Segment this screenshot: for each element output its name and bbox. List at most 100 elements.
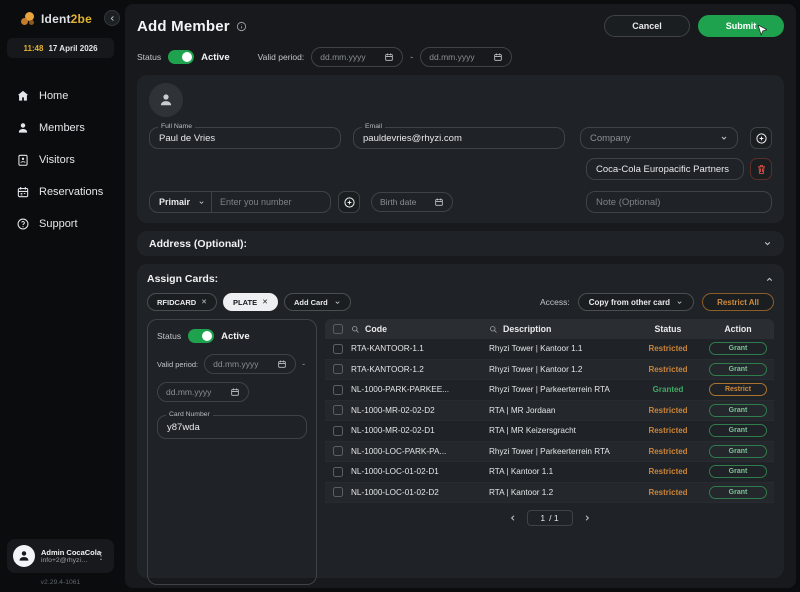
visitors-icon [16, 153, 30, 167]
row-status: Restricted [648, 488, 687, 497]
email-input[interactable] [363, 133, 555, 144]
row-checkbox[interactable] [333, 405, 343, 415]
calendar-icon [434, 197, 444, 207]
row-status: Restricted [648, 344, 687, 353]
address-section-header[interactable]: Address (Optional): [137, 231, 784, 256]
email-field[interactable]: Email [353, 127, 565, 149]
search-icon[interactable] [489, 325, 498, 334]
chevron-up-icon[interactable] [765, 275, 774, 284]
table-row: NL-1000-LOC-PARK-PA... Rhyzi Tower | Par… [325, 442, 774, 463]
table-row: RTA-KANTOOR-1.1 Rhyzi Tower | Kantoor 1.… [325, 339, 774, 360]
sidebar: Ident2be 11:48 17 April 2026 Home Member… [0, 0, 121, 592]
card-number-field[interactable]: Card Number [157, 415, 307, 439]
status-value: Active [201, 52, 230, 63]
column-header-code[interactable]: Code [365, 324, 387, 334]
card-valid-to-input[interactable]: dd.mm.yyyy [157, 382, 249, 402]
calendar-icon [277, 359, 287, 369]
sidebar-item-label: Support [39, 218, 78, 230]
add-company-button[interactable] [750, 127, 772, 149]
member-status-bar: Status Active Valid period: dd.mm.yyyy -… [137, 47, 784, 67]
row-action-button[interactable]: Grant [709, 445, 767, 458]
row-checkbox[interactable] [333, 467, 343, 477]
remove-company-button[interactable] [750, 158, 772, 180]
close-icon[interactable]: ✕ [201, 298, 207, 306]
restrict-all-button[interactable]: Restrict All [702, 293, 774, 311]
chevron-down-icon[interactable] [763, 239, 772, 248]
row-action-button[interactable]: Grant [709, 486, 767, 499]
card-chips-row: RFIDCARD ✕ PLATE ✕ Add Card Access: [147, 292, 774, 312]
select-all-checkbox[interactable] [333, 324, 343, 334]
pagination-prev-button[interactable] [507, 512, 519, 524]
full-name-field[interactable]: Full Name [149, 127, 341, 149]
assign-cards-header[interactable]: Assign Cards: [147, 271, 774, 287]
chip-rfidcard[interactable]: RFIDCARD ✕ [147, 293, 217, 311]
card-number-label: Card Number [166, 411, 213, 418]
status-toggle[interactable] [168, 50, 194, 64]
sidebar-item-members[interactable]: Members [7, 112, 114, 144]
add-card-button[interactable]: Add Card [284, 293, 351, 311]
add-phone-button[interactable] [338, 191, 360, 213]
card-status-toggle[interactable] [188, 329, 214, 343]
member-info-card: Full Name Email Company [137, 75, 784, 223]
app-version: v2.29.4-1061 [7, 579, 114, 586]
row-code: RTA-KANTOOR-1.1 [351, 344, 489, 353]
row-checkbox[interactable] [333, 487, 343, 497]
row-checkbox[interactable] [333, 446, 343, 456]
card-number-input[interactable] [167, 422, 297, 433]
row-checkbox[interactable] [333, 426, 343, 436]
submit-button[interactable]: Submit [698, 15, 784, 37]
search-icon[interactable] [351, 325, 360, 334]
full-name-input[interactable] [159, 133, 331, 144]
company-select[interactable]: Company [580, 127, 738, 149]
copy-from-other-card-button[interactable]: Copy from other card [578, 293, 694, 311]
sidebar-nav: Home Members Visitors Reservations Suppo… [7, 80, 114, 240]
total-pages: / 1 [549, 513, 558, 523]
note-input[interactable] [596, 197, 762, 208]
pagination-next-button[interactable] [581, 512, 593, 524]
column-header-description[interactable]: Description [503, 324, 551, 334]
row-description: RTA | MR Jordaan [489, 406, 634, 415]
row-action-button[interactable]: Grant [709, 465, 767, 478]
row-code: NL-1000-MR-02-02-D2 [351, 406, 489, 415]
user-menu-icon[interactable]: ⋮ [94, 551, 108, 562]
chip-plate[interactable]: PLATE ✕ [223, 293, 278, 311]
row-action-button[interactable]: Grant [709, 342, 767, 355]
row-status: Restricted [648, 426, 687, 435]
note-field[interactable] [586, 191, 772, 213]
phone-number-input[interactable] [220, 197, 322, 207]
cancel-button[interactable]: Cancel [604, 15, 690, 37]
chevron-down-icon [334, 299, 341, 306]
birth-date-input[interactable]: Birth date [371, 192, 453, 212]
user-profile[interactable]: Admin CocaCola info+2@rhyzi.com ⋮ [7, 539, 114, 573]
row-description: RTA | MR Keizersgracht [489, 426, 634, 435]
sidebar-item-visitors[interactable]: Visitors [7, 144, 114, 176]
valid-to-date-input[interactable]: dd.mm.yyyy [420, 47, 512, 67]
row-checkbox[interactable] [333, 364, 343, 374]
page-indicator[interactable]: 1 / 1 [527, 510, 573, 526]
close-icon[interactable]: ✕ [262, 298, 268, 306]
member-avatar[interactable] [149, 83, 183, 117]
pagination: 1 / 1 [325, 510, 774, 526]
email-label: Email [362, 123, 385, 130]
row-checkbox[interactable] [333, 385, 343, 395]
sidebar-item-label: Home [39, 90, 68, 102]
logo-text: Ident2be [41, 12, 92, 26]
row-action-button[interactable]: Grant [709, 404, 767, 417]
row-action-button[interactable]: Restrict [709, 383, 767, 396]
valid-from-date-input[interactable]: dd.mm.yyyy [311, 47, 403, 67]
selected-company-input[interactable] [596, 164, 734, 175]
card-valid-from-input[interactable]: dd.mm.yyyy [204, 354, 296, 374]
sidebar-item-home[interactable]: Home [7, 80, 114, 112]
sidebar-item-support[interactable]: Support [7, 208, 114, 240]
row-description: RTA | Kantoor 1.1 [489, 467, 634, 476]
row-description: Rhyzi Tower | Parkeerterrein RTA [489, 385, 634, 394]
selected-company-field[interactable] [586, 158, 744, 180]
card-valid-period-label: Valid period: [157, 360, 198, 369]
phone-type-select[interactable]: Primair [150, 192, 212, 212]
row-checkbox[interactable] [333, 344, 343, 354]
sidebar-collapse-button[interactable] [104, 10, 120, 26]
sidebar-item-reservations[interactable]: Reservations [7, 176, 114, 208]
row-description: Rhyzi Tower | Kantoor 1.1 [489, 344, 634, 353]
row-action-button[interactable]: Grant [709, 424, 767, 437]
row-action-button[interactable]: Grant [709, 363, 767, 376]
